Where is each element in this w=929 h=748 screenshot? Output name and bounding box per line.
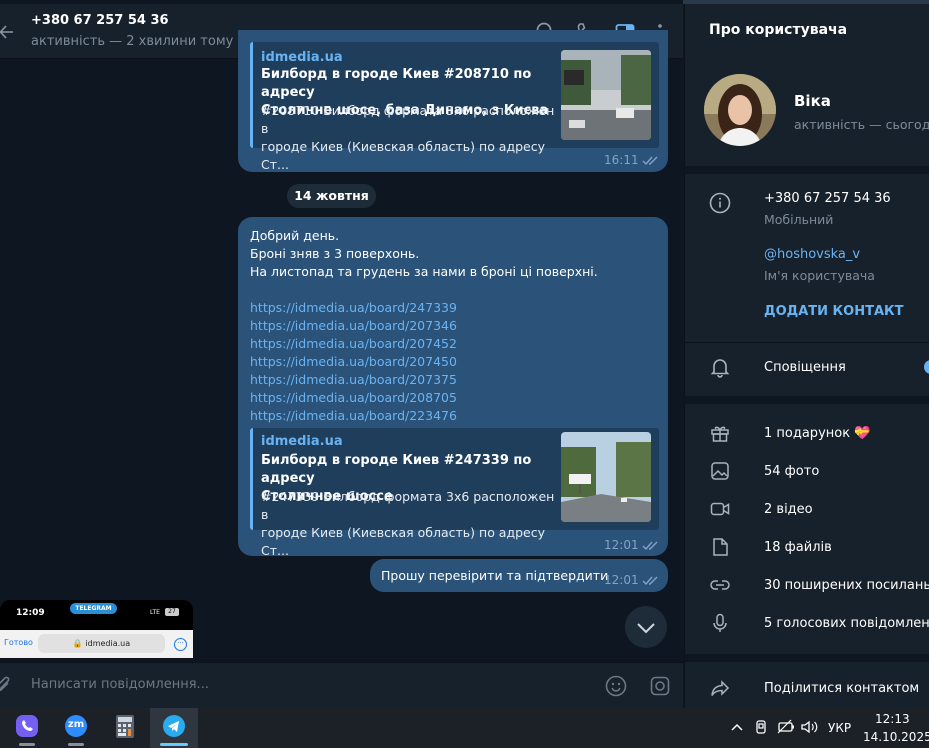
notifications-toggle[interactable] [924,360,929,374]
chat-area: +380 67 257 54 36 активність — 2 хвилини… [0,0,683,708]
taskbar-indicator [19,743,35,746]
read-checkmarks-icon [642,155,662,167]
viber-icon[interactable] [3,708,51,748]
taskbar-indicator-active [160,743,188,746]
profile-phone[interactable]: +380 67 257 54 36 [764,191,891,206]
link-icon [709,574,731,596]
profile-username-label: Ім'я користувача [764,268,875,283]
avatar[interactable] [704,74,776,146]
section-divider [685,166,929,174]
link-preview-site: idmedia.ua [261,50,343,65]
calculator-icon[interactable] [101,708,149,748]
message-bubble[interactable]: idmedia.ua Билборд в городе Киев #208710… [238,30,668,172]
message-time: 12:01 [604,538,639,552]
windows-taskbar: zm УКР 12:13 14.10.2025 [0,708,929,748]
microphone-icon [709,612,731,634]
add-contact-button[interactable]: ДОДАТИ КОНТАКТ [764,304,904,319]
link-preview-description: #208710 Билборд формата 3х6 расположен в… [261,103,555,172]
phone-network: LTE [150,609,160,616]
phone-more-icon: ··· [174,638,187,651]
user-info-panel: Про користувача Віка активність — сьогод… [684,4,929,708]
bell-icon [709,356,731,378]
message-link[interactable]: https://idmedia.ua/board/223476 [250,407,598,425]
message-text: Добрий день. Броні зняв з 3 поверхонь. Н… [250,228,598,425]
info-icon [709,192,731,214]
clock-time[interactable]: 12:13 [875,712,910,726]
phone-url-bar: 🔒 idmedia.ua [38,634,165,653]
zoom-icon[interactable]: zm [52,708,100,748]
attach-icon[interactable] [0,675,14,697]
camera-icon[interactable] [649,675,671,697]
media-item-voice[interactable]: 5 голосових повідомлень [764,616,929,631]
touch-icon[interactable] [753,719,769,735]
notifications-label: Сповіщення [764,360,846,375]
profile-status: активність — сьогодні [794,117,929,132]
message-link[interactable]: https://idmedia.ua/board/247339 [250,299,598,317]
message-bubble[interactable]: Добрий день. Броні зняв з 3 поверхонь. Н… [238,217,668,558]
billboard-thumbnail-image[interactable] [561,50,651,140]
taskbar-indicator [68,743,84,746]
media-item-videos[interactable]: 2 відео [764,502,813,517]
battery-icon[interactable] [777,719,795,735]
clock-date[interactable]: 14.10.2025 [863,730,929,744]
gift-icon [709,422,731,444]
media-item-photos[interactable]: 54 фото [764,464,819,479]
message-bubble[interactable]: Прошу перевірити та підтвердити 12:01 [370,559,668,592]
message-time: 16:11 [604,153,639,167]
photo-icon [709,460,731,482]
scroll-down-button[interactable] [625,606,667,648]
message-link[interactable]: https://idmedia.ua/board/207346 [250,317,598,335]
link-preview-card[interactable]: idmedia.ua Билборд в городе Киев #208710… [250,42,659,172]
message-input[interactable]: Написати повідомлення... [31,677,209,692]
share-contact-button[interactable]: Поділитися контактом [764,681,919,696]
emoji-icon[interactable] [605,675,627,697]
message-link[interactable]: https://idmedia.ua/board/207450 [250,353,598,371]
message-link[interactable]: https://idmedia.ua/board/207375 [250,371,598,389]
date-separator: 14 жовтня [287,184,376,208]
back-arrow-icon[interactable] [0,20,14,44]
phone-screenshot-image[interactable]: 12:09 TELEGRAM LTE 27 Готово 🔒 idmedia.u… [0,600,193,658]
phone-time: 12:09 [16,608,45,618]
link-preview-card[interactable]: idmedia.ua Билборд в городе Киев #247339… [250,428,659,558]
read-checkmarks-icon [642,575,662,587]
phone-browser-bar: Готово 🔒 idmedia.ua ··· [0,630,193,658]
section-divider [685,654,929,662]
zoom-label: zm [67,719,85,730]
profile-phone-label: Мобільний [764,212,834,227]
message-time: 12:01 [604,573,639,587]
section-divider [685,396,929,404]
chat-status: активність — 2 хвилини тому [31,34,234,49]
share-icon [709,677,731,699]
phone-app-badge: TELEGRAM [70,603,117,614]
billboard-thumbnail-image[interactable] [561,432,651,522]
divider [685,342,929,343]
volume-icon[interactable] [800,719,818,735]
media-item-links[interactable]: 30 поширених посилань [764,578,929,593]
video-icon [709,498,731,520]
message-text: Прошу перевірити та підтвердити [381,568,609,583]
read-checkmarks-icon [642,540,662,552]
message-composer: Написати повідомлення... [0,662,683,708]
phone-done-button: Готово [4,638,33,647]
file-icon [709,536,731,558]
media-item-files[interactable]: 18 файлів [764,540,832,555]
media-item-gifts[interactable]: 1 подарунок 💝 [764,426,870,441]
profile-name: Віка [794,92,831,110]
link-preview-site: idmedia.ua [261,434,343,449]
profile-username[interactable]: @hoshovska_v [764,247,860,262]
link-preview-description: #247339 Билборд формата 3х6 расположен в… [261,489,555,558]
panel-title: Про користувача [709,22,848,38]
message-link[interactable]: https://idmedia.ua/board/207452 [250,335,598,353]
telegram-icon[interactable] [150,708,198,748]
language-indicator[interactable]: УКР [828,721,851,735]
phone-battery: 27 [165,608,179,616]
chat-title-phone[interactable]: +380 67 257 54 36 [31,13,169,28]
message-link[interactable]: https://idmedia.ua/board/208705 [250,389,598,407]
chevron-up-icon[interactable] [730,720,744,734]
